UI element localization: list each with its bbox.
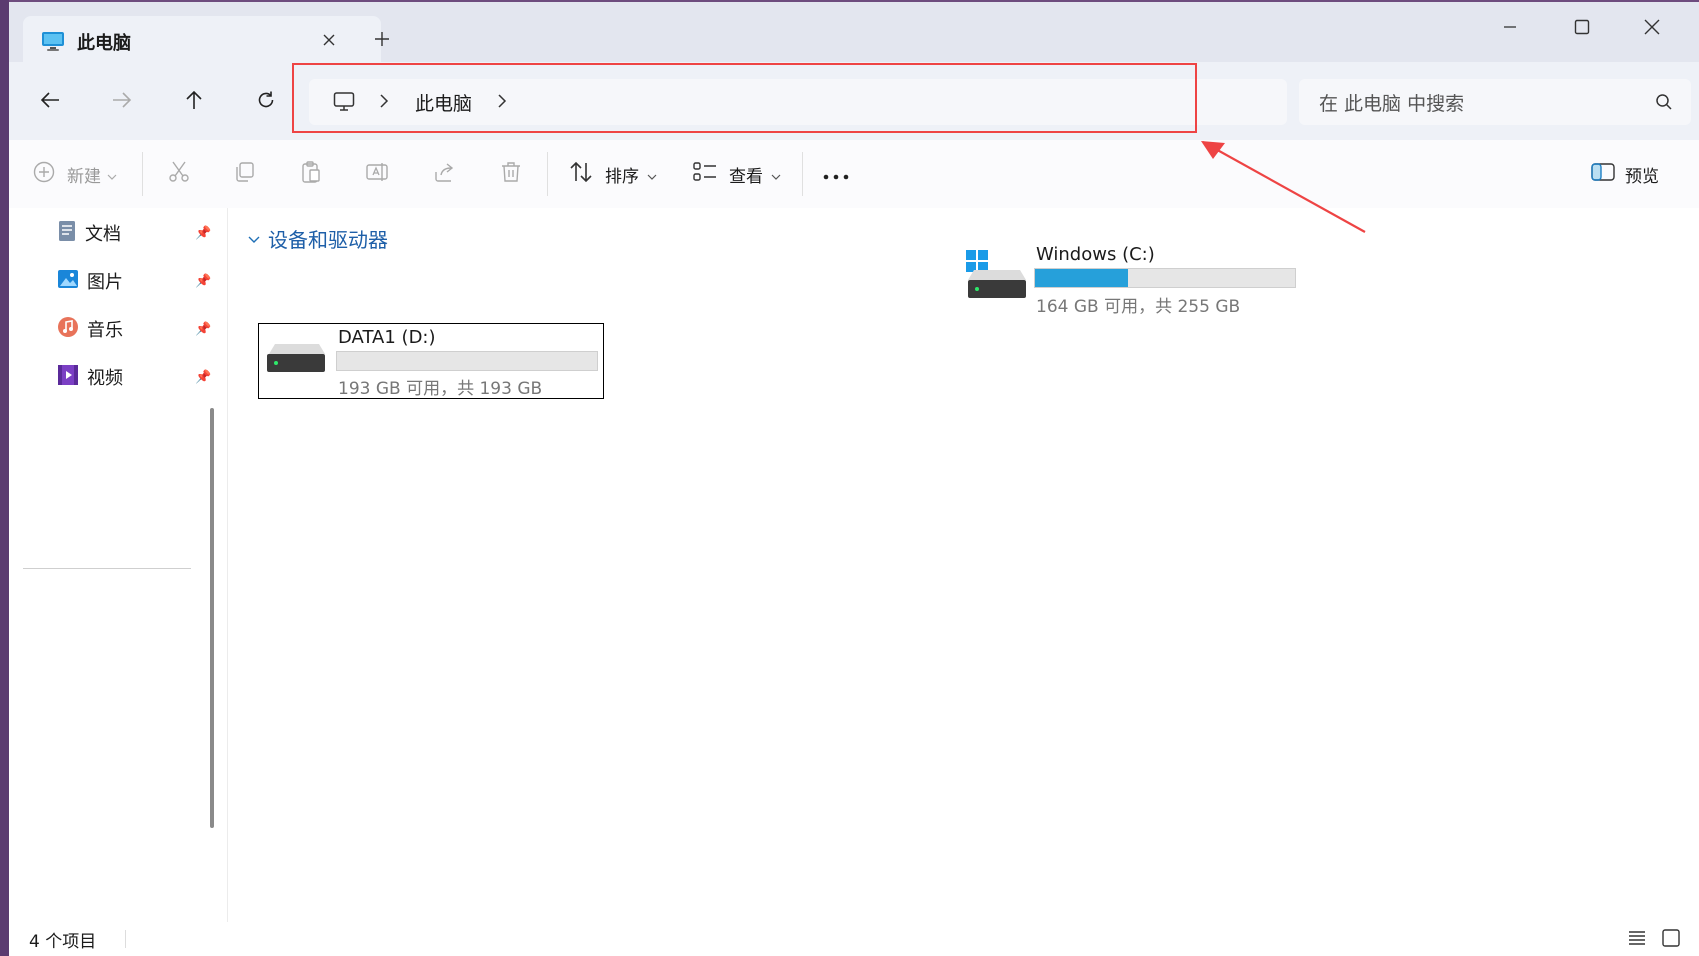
- drive-summary: 193 GB 可用，共 193 GB: [338, 379, 543, 399]
- monitor-icon: [41, 30, 65, 56]
- title-bar: 此电脑: [9, 2, 1699, 64]
- new-label: 新建: [67, 166, 101, 187]
- refresh-icon: [256, 90, 276, 114]
- sidebar-item-label: 音乐: [87, 320, 123, 341]
- rename-button[interactable]: [365, 156, 391, 192]
- windows-drive-icon: [964, 248, 1028, 308]
- delete-button[interactable]: [499, 156, 523, 192]
- more-options-button[interactable]: [823, 156, 849, 192]
- chevron-down-icon: [647, 165, 657, 184]
- share-button[interactable]: [433, 156, 457, 192]
- drive-usage-bar: [336, 351, 598, 371]
- minimize-icon[interactable]: [1487, 10, 1533, 44]
- drive-summary: 164 GB 可用，共 255 GB: [1036, 297, 1241, 317]
- command-bar: 新建 排序 查看 预览: [9, 140, 1699, 209]
- drive-item-c[interactable]: Windows (C:) 164 GB 可用，共 255 GB: [964, 244, 1324, 317]
- clipboard-icon: [299, 160, 323, 188]
- drive-usage-bar: [1034, 268, 1296, 288]
- chevron-down-icon: [107, 165, 117, 184]
- section-title: 设备和驱动器: [268, 228, 388, 252]
- divider: [125, 930, 126, 948]
- sidebar-item-pictures[interactable]: 图片: [57, 266, 123, 296]
- view-label: 查看: [729, 166, 763, 187]
- navigation-bar: 此电脑 在 此电脑 中搜索: [9, 62, 1699, 140]
- divider: [802, 152, 803, 196]
- drive-name: Windows (C:): [1036, 244, 1155, 265]
- drive-usage-fill: [1035, 269, 1128, 287]
- videos-icon: [57, 364, 79, 390]
- close-tab-icon[interactable]: [315, 26, 343, 54]
- annotation-highlight-box: [292, 63, 1197, 133]
- copy-button[interactable]: [233, 156, 257, 192]
- rename-icon: [365, 160, 391, 188]
- tiles-view-icon[interactable]: [1661, 928, 1681, 952]
- chevron-down-icon: [771, 165, 781, 184]
- divider: [142, 152, 143, 196]
- chevron-down-icon: [248, 229, 260, 248]
- hard-drive-icon: [265, 340, 329, 384]
- item-count: 4 个项目: [29, 932, 97, 952]
- section-header[interactable]: 设备和驱动器: [248, 224, 388, 253]
- trash-icon: [499, 160, 523, 188]
- pin-icon[interactable]: 📌: [195, 226, 211, 241]
- divider: [547, 152, 548, 196]
- sidebar-scrollbar[interactable]: [210, 408, 214, 828]
- preview-pane-button[interactable]: 预览: [1591, 156, 1659, 192]
- status-bar: 4 个项目: [9, 922, 1699, 956]
- preview-label: 预览: [1625, 166, 1659, 187]
- sidebar-item-label: 图片: [87, 272, 123, 293]
- sort-icon: [569, 161, 593, 187]
- tab-this-pc[interactable]: 此电脑: [23, 16, 381, 64]
- pane-splitter[interactable]: [227, 208, 228, 922]
- maximize-icon[interactable]: [1559, 10, 1605, 44]
- forward-button[interactable]: [100, 80, 144, 124]
- cut-button[interactable]: [167, 156, 191, 192]
- close-window-icon[interactable]: [1629, 10, 1675, 44]
- arrow-left-icon: [40, 91, 60, 113]
- refresh-button[interactable]: [244, 80, 288, 124]
- annotation-arrow: [1201, 141, 1366, 233]
- scissors-icon: [167, 160, 191, 188]
- drive-name: DATA1 (D:): [338, 327, 436, 348]
- navigation-pane: 文档 📌 图片 📌 音乐 📌 视频 📌: [9, 208, 244, 922]
- arrow-right-icon: [112, 91, 132, 113]
- search-box[interactable]: 在 此电脑 中搜索: [1299, 79, 1691, 125]
- pin-icon[interactable]: 📌: [195, 274, 211, 289]
- preview-pane-icon: [1591, 163, 1615, 185]
- up-button[interactable]: [172, 80, 216, 124]
- music-icon: [57, 316, 79, 342]
- search-input[interactable]: 在 此电脑 中搜索: [1319, 89, 1464, 116]
- desktop-background: [0, 0, 9, 956]
- tab-title: 此电脑: [77, 33, 131, 54]
- share-icon: [433, 160, 457, 188]
- pin-icon[interactable]: 📌: [195, 370, 211, 385]
- search-icon[interactable]: [1655, 93, 1673, 115]
- sort-button[interactable]: 排序: [569, 156, 657, 192]
- arrow-up-icon: [185, 90, 203, 114]
- file-explorer-window: 此电脑 此电脑 在 此电脑 中搜索 新建 排序 查看 预览 文档 📌 图片 📌 …: [9, 2, 1699, 956]
- sort-label: 排序: [605, 166, 639, 187]
- sidebar-divider: [23, 568, 191, 569]
- drive-item-d[interactable]: DATA1 (D:) 193 GB 可用，共 193 GB: [258, 323, 604, 399]
- sidebar-item-music[interactable]: 音乐: [57, 314, 123, 344]
- sidebar-item-videos[interactable]: 视频: [57, 362, 123, 392]
- documents-icon: [57, 220, 77, 246]
- details-view-icon[interactable]: [1627, 928, 1647, 952]
- paste-button[interactable]: [299, 156, 323, 192]
- sidebar-item-label: 视频: [87, 368, 123, 389]
- view-list-icon: [693, 161, 717, 187]
- plus-circle-icon: [33, 161, 55, 187]
- view-button[interactable]: 查看: [693, 156, 781, 192]
- pin-icon[interactable]: 📌: [195, 322, 211, 337]
- new-button[interactable]: 新建: [33, 156, 117, 192]
- pictures-icon: [57, 269, 79, 293]
- new-tab-icon[interactable]: [367, 24, 397, 54]
- content-pane: 设备和驱动器 Windows (C:) 164 GB 可用，共 255 GB D…: [244, 208, 1699, 922]
- ellipsis-icon: [823, 165, 849, 184]
- sidebar-item-label: 文档: [85, 224, 121, 245]
- sidebar-item-documents[interactable]: 文档: [57, 218, 121, 248]
- back-button[interactable]: [28, 80, 72, 124]
- copy-icon: [233, 160, 257, 188]
